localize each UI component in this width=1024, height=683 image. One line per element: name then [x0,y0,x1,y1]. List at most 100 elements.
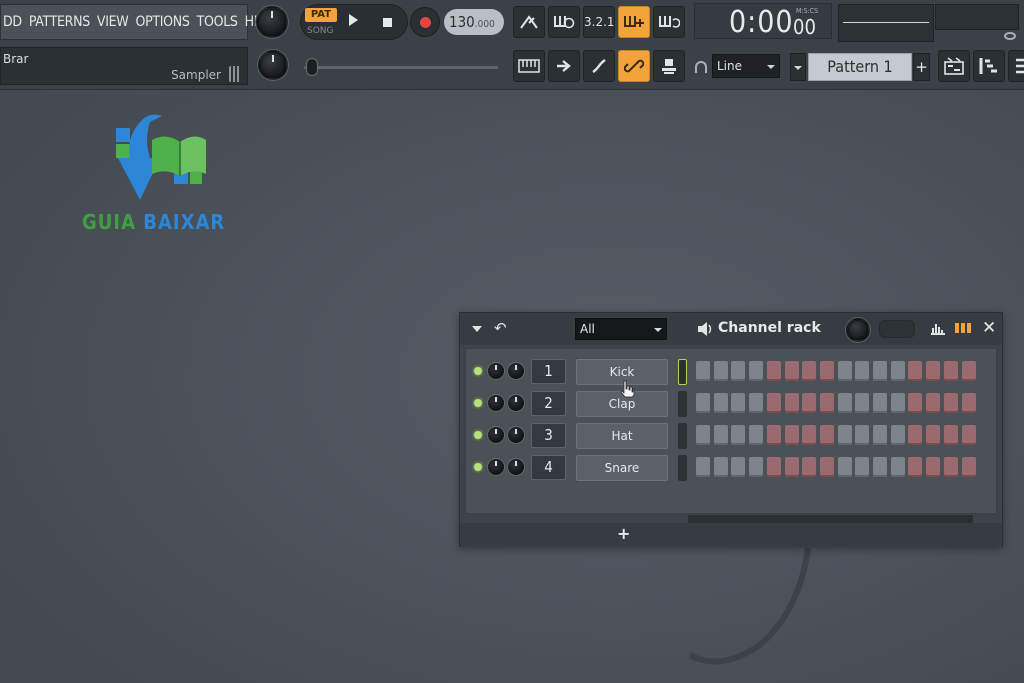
menu-view[interactable]: VIEW [97,14,129,30]
step-button[interactable] [785,425,799,445]
step-button[interactable] [696,361,710,381]
pattern-menu-button[interactable] [790,53,806,81]
browser-button[interactable] [1008,50,1024,82]
song-mode-label[interactable]: SONG [307,26,334,36]
step-button[interactable] [731,361,745,381]
step-button[interactable] [785,361,799,381]
typing-keyboard-button[interactable] [513,50,545,82]
step-button[interactable] [962,393,976,413]
pat-song-toggle[interactable]: PAT [305,8,337,22]
step-button[interactable] [891,393,905,413]
step-button[interactable] [926,425,940,445]
step-button[interactable] [908,425,922,445]
step-button[interactable] [749,361,763,381]
step-button[interactable] [749,393,763,413]
channel-volume-knob[interactable] [508,427,524,443]
channel-pan-knob[interactable] [488,395,504,411]
channel-mute-led[interactable] [474,399,482,407]
step-sequencer-icon[interactable] [954,322,972,334]
step-button[interactable] [873,361,887,381]
step-button[interactable] [944,425,958,445]
step-button[interactable] [767,361,781,381]
pattern-range-slider[interactable] [879,320,915,338]
horizontal-scrollbar[interactable] [688,515,973,523]
step-button[interactable] [802,457,816,477]
step-button[interactable] [767,457,781,477]
channel-name-button[interactable]: Snare [576,455,668,481]
step-button[interactable] [749,425,763,445]
step-button[interactable] [696,393,710,413]
step-button[interactable] [873,393,887,413]
step-button[interactable] [802,425,816,445]
step-button[interactable] [749,457,763,477]
play-button[interactable] [349,14,358,26]
channel-rack-menu-icon[interactable] [472,326,482,332]
step-button[interactable] [767,425,781,445]
step-button[interactable] [820,425,834,445]
step-button[interactable] [873,457,887,477]
slider-handle[interactable] [306,58,318,76]
piano-roll-button[interactable] [973,50,1005,82]
stop-button[interactable] [383,18,392,27]
step-button[interactable] [820,361,834,381]
step-button[interactable] [785,393,799,413]
channel-pan-knob[interactable] [488,363,504,379]
loop-record-button[interactable] [653,6,685,38]
step-button[interactable] [962,425,976,445]
step-button[interactable] [802,361,816,381]
step-button[interactable] [926,361,940,381]
master-pitch-knob[interactable] [258,50,288,80]
master-volume-knob[interactable] [256,6,288,38]
channel-select-indicator[interactable] [678,455,687,481]
step-button[interactable] [820,393,834,413]
step-button[interactable] [926,457,940,477]
step-button[interactable] [731,425,745,445]
record-button[interactable] [410,7,440,37]
step-button[interactable] [785,457,799,477]
close-icon[interactable]: ✕ [982,318,996,338]
step-button[interactable] [891,425,905,445]
channel-mute-led[interactable] [474,463,482,471]
master-pitch-slider[interactable] [304,66,498,69]
step-button[interactable] [962,361,976,381]
step-button[interactable] [838,457,852,477]
step-button[interactable] [944,457,958,477]
step-button[interactable] [696,457,710,477]
step-button[interactable] [944,393,958,413]
step-button[interactable] [838,361,852,381]
step-button[interactable] [731,393,745,413]
step-button[interactable] [820,457,834,477]
channel-volume-knob[interactable] [508,363,524,379]
channel-mixer-track[interactable]: 3 [531,423,566,448]
step-button[interactable] [926,393,940,413]
eye-icon[interactable] [1004,32,1016,40]
step-button[interactable] [714,361,728,381]
multilink-button[interactable] [618,50,650,82]
channel-rack-titlebar[interactable]: ↶ All Channel rack ✕ [460,313,1002,345]
step-button[interactable] [855,425,869,445]
swing-knob[interactable] [846,318,870,342]
tempo-display[interactable]: 130.000 [444,9,504,35]
step-edit-button[interactable] [618,6,650,38]
countdown-button[interactable]: 3.2.1 [583,6,615,38]
channel-volume-knob[interactable] [508,459,524,475]
channel-mixer-track[interactable]: 1 [531,359,566,384]
step-button[interactable] [908,361,922,381]
channel-name-button[interactable]: Hat [576,423,668,449]
step-button[interactable] [838,425,852,445]
step-button[interactable] [891,361,905,381]
step-button[interactable] [908,457,922,477]
channel-select-indicator[interactable] [678,423,687,449]
step-button[interactable] [855,361,869,381]
menu-patterns[interactable]: PATTERNS [29,14,90,30]
menu-tools[interactable]: TOOLS [197,14,238,30]
wait-for-input-button[interactable] [548,6,580,38]
step-button[interactable] [714,393,728,413]
channel-mute-led[interactable] [474,431,482,439]
step-button[interactable] [714,457,728,477]
channel-volume-knob[interactable] [508,395,524,411]
step-button[interactable] [944,361,958,381]
metronome-button[interactable] [513,6,545,38]
blend-notes-button[interactable] [583,50,615,82]
step-button[interactable] [962,457,976,477]
